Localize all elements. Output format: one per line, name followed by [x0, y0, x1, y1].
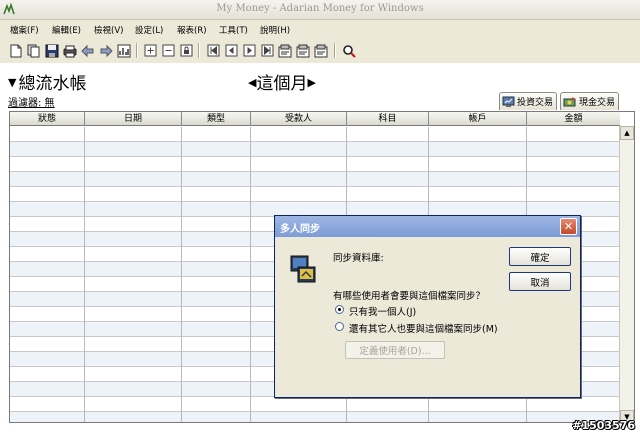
plus-box-icon [144, 44, 156, 57]
option-others-label[interactable]: 還有其它人也要與這個檔案同步(M) [349, 321, 498, 335]
menu-reports[interactable]: 報表(R) [177, 24, 207, 36]
table-row[interactable] [10, 187, 620, 202]
sync-question: 有哪些使用者會要與這個檔案同步？ [333, 291, 486, 302]
radio-only-me[interactable] [335, 305, 344, 314]
column-type[interactable]: 類型 [182, 112, 251, 126]
column-date[interactable]: 日期 [85, 112, 182, 126]
investment-icon [502, 96, 515, 107]
lock-button[interactable] [178, 42, 194, 59]
table-row[interactable] [10, 397, 620, 412]
dialog-title-bar: 多人同步 ✕ [275, 216, 580, 237]
report-export-button[interactable] [313, 42, 329, 59]
grid-divider [84, 127, 85, 422]
triangle-down-icon: ▼ [8, 76, 17, 89]
menu-tools[interactable]: 工具(T) [219, 24, 248, 36]
open-file-button[interactable] [26, 42, 42, 59]
table-row[interactable] [10, 142, 620, 157]
close-icon[interactable]: ✕ [560, 218, 577, 235]
sync-database-icon [290, 255, 316, 283]
grid-divider [181, 127, 182, 422]
first-icon [207, 44, 219, 57]
triangle-right-icon[interactable]: ▶ [307, 76, 315, 89]
arrow-left-icon [81, 44, 94, 57]
chart-button[interactable] [116, 42, 132, 59]
forward-button[interactable] [98, 42, 114, 59]
last-record-button[interactable] [259, 42, 275, 59]
register-title[interactable]: ▼ 總流水帳 [8, 69, 86, 94]
menu-edit[interactable]: 編輯(E) [52, 24, 81, 36]
back-button[interactable] [80, 42, 96, 59]
dialog-title: 多人同步 [280, 224, 320, 235]
new-file-icon [10, 44, 22, 57]
next-record-button[interactable] [241, 42, 257, 59]
cancel-button[interactable]: 取消 [509, 272, 571, 291]
menu-help[interactable]: 說明(H) [260, 24, 290, 36]
toolbar-separator [198, 43, 200, 58]
grid-header: 狀態 日期 類型 受款人 科目 帳戶 金額 [10, 112, 620, 126]
grid-divider [250, 127, 251, 422]
print-button[interactable] [62, 42, 78, 59]
column-category[interactable]: 科目 [347, 112, 429, 126]
period-selector[interactable]: ◀這個月▶ [248, 69, 316, 94]
copy-file-icon [27, 44, 40, 57]
new-file-button[interactable] [8, 42, 24, 59]
radio-others[interactable] [335, 322, 344, 331]
report-export-icon [314, 44, 328, 57]
column-payee[interactable]: 受款人 [251, 112, 347, 126]
chart-icon [117, 44, 131, 57]
previous-icon [225, 44, 237, 57]
filter-link[interactable]: 過濾器: 無 [8, 94, 55, 109]
first-record-button[interactable] [205, 42, 221, 59]
toolbar [0, 40, 640, 62]
save-button[interactable] [44, 42, 60, 59]
title-bar: My Money - Adarian Money for Windows [0, 0, 640, 20]
database-label: 同步資料庫: [333, 253, 384, 264]
lock-icon [180, 44, 192, 57]
window-title: My Money - Adarian Money for Windows [216, 3, 424, 14]
report-button[interactable] [277, 42, 293, 59]
column-account[interactable]: 帳戶 [429, 112, 527, 126]
toolbar-separator [136, 43, 138, 58]
menu-file[interactable]: 檔案(F) [10, 24, 39, 36]
menu-settings[interactable]: 設定(L) [135, 24, 163, 36]
column-amount[interactable]: 金額 [527, 112, 620, 126]
next-icon [243, 44, 255, 57]
grid-scrollbar[interactable]: ▲ ▼ [619, 126, 634, 422]
tab-cash-label: 現金交易 [579, 98, 616, 108]
tab-cash[interactable]: 現金交易 [560, 92, 620, 110]
option-only-me-label[interactable]: 只有我一個人(J) [349, 304, 416, 318]
toolbar-separator [334, 43, 336, 58]
report-preview-button[interactable] [295, 42, 311, 59]
tab-investment-label: 投資交易 [517, 98, 554, 108]
table-row[interactable] [10, 157, 620, 172]
table-row[interactable] [10, 172, 620, 187]
menu-view[interactable]: 檢視(V) [94, 24, 123, 36]
search-icon [343, 44, 356, 58]
search-button[interactable] [341, 42, 357, 59]
watermark: #1503576 [572, 419, 635, 432]
define-users-button[interactable]: 定義使用者(D)... [345, 341, 445, 359]
column-status[interactable]: 狀態 [10, 112, 85, 126]
save-icon [45, 44, 59, 57]
table-row[interactable] [10, 412, 620, 422]
period-text: 這個月 [256, 74, 308, 94]
minus-box-icon [162, 44, 174, 57]
report-icon [278, 44, 292, 57]
ok-button[interactable]: 確定 [509, 247, 571, 266]
scroll-up-icon[interactable]: ▲ [620, 126, 634, 140]
tab-investment[interactable]: 投資交易 [499, 92, 558, 110]
last-icon [261, 44, 273, 57]
remove-entry-button[interactable] [160, 42, 176, 59]
previous-record-button[interactable] [223, 42, 239, 59]
arrow-right-icon [100, 44, 113, 57]
print-icon [63, 45, 77, 57]
sync-dialog: 多人同步 ✕ 同步資料庫: 確定 取消 有哪些使用者會要與這個檔案同步？ 只有我… [274, 215, 581, 398]
cash-icon [563, 96, 576, 106]
menu-bar: 檔案(F) 編輯(E) 檢視(V) 設定(L) 報表(R) 工具(T) 說明(H… [0, 20, 640, 39]
table-row[interactable] [10, 127, 620, 142]
report-preview-icon [296, 44, 310, 57]
add-entry-button[interactable] [142, 42, 158, 59]
register-title-text: 總流水帳 [18, 74, 87, 94]
